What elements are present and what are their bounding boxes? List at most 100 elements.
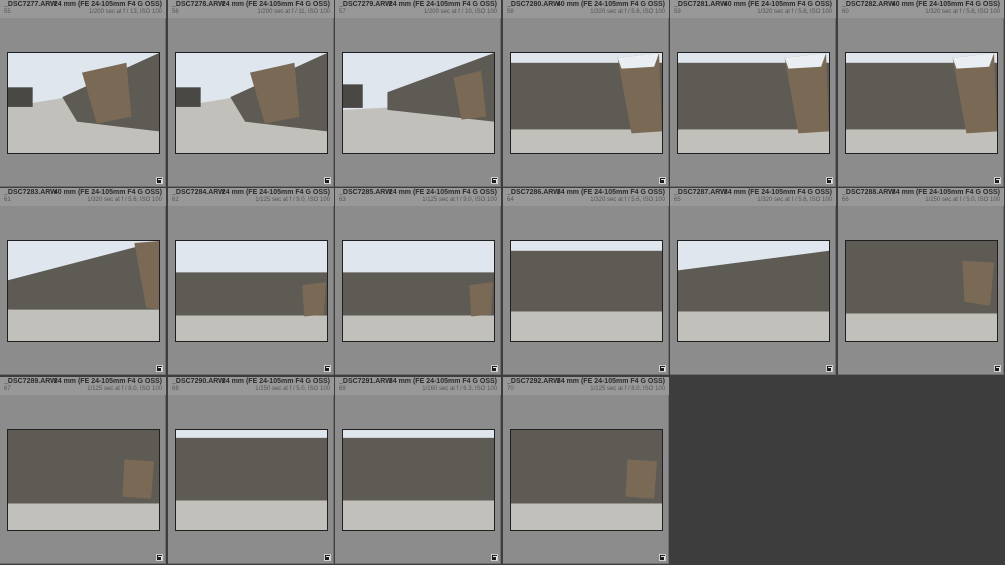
edit-badge-icon[interactable]	[826, 365, 833, 372]
photo-thumbnail[interactable]	[510, 52, 663, 154]
photo-lens: 40 mm (FE 24-105mm F4 G OSS)	[891, 1, 1000, 8]
photo-filename: _DSC7286.ARW	[507, 189, 560, 196]
photo-cell[interactable]: _DSC7287.ARW 34 mm (FE 24-105mm F4 G OSS…	[670, 188, 836, 375]
photo-cell[interactable]: _DSC7285.ARW 24 mm (FE 24-105mm F4 G OSS…	[335, 188, 501, 375]
photo-filename: _DSC7278.ARW	[172, 1, 225, 8]
edit-badge-icon[interactable]	[156, 177, 163, 184]
edit-badge-icon[interactable]	[491, 177, 498, 184]
photo-lens: 40 mm (FE 24-105mm F4 G OSS)	[53, 189, 162, 196]
photo-metadata-header: _DSC7280.ARW 40 mm (FE 24-105mm F4 G OSS…	[503, 0, 669, 18]
photo-exposure: 1/160 sec at f / 6.3, ISO 100	[422, 386, 497, 392]
photo-lens: 34 mm (FE 24-105mm F4 G OSS)	[388, 378, 497, 385]
edit-badge-icon[interactable]	[994, 177, 1001, 184]
photo-index: 62	[172, 197, 179, 203]
photo-thumbnail[interactable]	[677, 240, 830, 342]
photo-index: 63	[339, 197, 346, 203]
photo-thumbnail[interactable]	[845, 52, 998, 154]
photo-exposure: 1/200 sec at f / 11, ISO 100	[257, 9, 330, 15]
photo-thumbnail[interactable]	[845, 240, 998, 342]
photo-exposure: 1/200 sec at f / 13, ISO 100	[88, 9, 162, 15]
photo-metadata-header: _DSC7281.ARW 40 mm (FE 24-105mm F4 G OSS…	[670, 0, 836, 18]
photo-metadata-header: _DSC7292.ARW 34 mm (FE 24-105mm F4 G OSS…	[503, 377, 669, 395]
edit-badge-icon[interactable]	[156, 554, 163, 561]
photo-thumbnail[interactable]	[175, 52, 328, 154]
photo-index: 70	[507, 386, 514, 392]
photo-metadata-header: _DSC7277.ARW 24 mm (FE 24-105mm F4 G OSS…	[0, 0, 166, 18]
edit-badge-icon[interactable]	[156, 365, 163, 372]
photo-exposure: 1/250 sec at f / 5.0, ISO 100	[255, 386, 330, 392]
photo-thumbnail[interactable]	[7, 52, 160, 154]
photo-metadata-header: _DSC7282.ARW 40 mm (FE 24-105mm F4 G OSS…	[838, 0, 1004, 18]
photo-metadata-header: _DSC7291.ARW 34 mm (FE 24-105mm F4 G OSS…	[335, 377, 501, 395]
photo-exposure: 1/125 sec at f / 8.0, ISO 100	[87, 386, 162, 392]
photo-filename: _DSC7289.ARW	[4, 378, 57, 385]
photo-filename: _DSC7292.ARW	[507, 378, 560, 385]
photo-index: 56	[172, 9, 179, 15]
photo-lens: 24 mm (FE 24-105mm F4 G OSS)	[221, 189, 330, 196]
photo-metadata-header: _DSC7279.ARW 24 mm (FE 24-105mm F4 G OSS…	[335, 0, 501, 18]
photo-cell[interactable]: _DSC7288.ARW 34 mm (FE 24-105mm F4 G OSS…	[838, 188, 1004, 375]
photo-lens: 40 mm (FE 24-105mm F4 G OSS)	[556, 1, 665, 8]
photo-lens: 40 mm (FE 24-105mm F4 G OSS)	[723, 1, 832, 8]
photo-index: 66	[842, 197, 849, 203]
photo-thumbnail[interactable]	[175, 429, 328, 531]
photo-cell[interactable]: _DSC7280.ARW 40 mm (FE 24-105mm F4 G OSS…	[503, 0, 669, 187]
photo-index: 60	[842, 9, 849, 15]
edit-badge-icon[interactable]	[659, 177, 666, 184]
photo-lens: 24 mm (FE 24-105mm F4 G OSS)	[388, 189, 497, 196]
photo-lens: 24 mm (FE 24-105mm F4 G OSS)	[221, 1, 330, 8]
filmstrip-grid: _DSC7277.ARW 24 mm (FE 24-105mm F4 G OSS…	[0, 0, 1005, 565]
photo-lens: 34 mm (FE 24-105mm F4 G OSS)	[723, 189, 832, 196]
edit-badge-icon[interactable]	[324, 365, 331, 372]
edit-badge-icon[interactable]	[659, 554, 666, 561]
photo-filename: _DSC7280.ARW	[507, 1, 560, 8]
photo-thumbnail[interactable]	[7, 240, 160, 342]
photo-cell[interactable]: _DSC7291.ARW 34 mm (FE 24-105mm F4 G OSS…	[335, 377, 501, 564]
photo-index: 59	[674, 9, 681, 15]
photo-cell[interactable]: _DSC7282.ARW 40 mm (FE 24-105mm F4 G OSS…	[838, 0, 1004, 187]
edit-badge-icon[interactable]	[826, 177, 833, 184]
photo-thumbnail[interactable]	[342, 52, 495, 154]
photo-cell[interactable]: _DSC7284.ARW 24 mm (FE 24-105mm F4 G OSS…	[168, 188, 334, 375]
photo-cell[interactable]: _DSC7277.ARW 24 mm (FE 24-105mm F4 G OSS…	[0, 0, 166, 187]
photo-cell[interactable]: _DSC7283.ARW 40 mm (FE 24-105mm F4 G OSS…	[0, 188, 166, 375]
photo-cell[interactable]: _DSC7286.ARW 34 mm (FE 24-105mm F4 G OSS…	[503, 188, 669, 375]
photo-lens: 34 mm (FE 24-105mm F4 G OSS)	[891, 189, 1000, 196]
photo-metadata-header: _DSC7289.ARW 34 mm (FE 24-105mm F4 G OSS…	[0, 377, 166, 395]
photo-exposure: 1/125 sec at f / 8.0, ISO 100	[590, 386, 665, 392]
photo-metadata-header: _DSC7284.ARW 24 mm (FE 24-105mm F4 G OSS…	[168, 188, 334, 206]
photo-index: 68	[172, 386, 179, 392]
photo-cell[interactable]: _DSC7289.ARW 34 mm (FE 24-105mm F4 G OSS…	[0, 377, 166, 564]
photo-cell[interactable]: _DSC7292.ARW 34 mm (FE 24-105mm F4 G OSS…	[503, 377, 669, 564]
edit-badge-icon[interactable]	[659, 365, 666, 372]
photo-lens: 34 mm (FE 24-105mm F4 G OSS)	[556, 378, 665, 385]
photo-thumbnail[interactable]	[342, 429, 495, 531]
photo-cell[interactable]: _DSC7278.ARW 24 mm (FE 24-105mm F4 G OSS…	[168, 0, 334, 187]
photo-filename: _DSC7290.ARW	[172, 378, 225, 385]
edit-badge-icon[interactable]	[491, 365, 498, 372]
photo-cell[interactable]: _DSC7279.ARW 24 mm (FE 24-105mm F4 G OSS…	[335, 0, 501, 187]
photo-filename: _DSC7288.ARW	[842, 189, 895, 196]
photo-cell[interactable]: _DSC7281.ARW 40 mm (FE 24-105mm F4 G OSS…	[670, 0, 836, 187]
photo-cell[interactable]: _DSC7290.ARW 34 mm (FE 24-105mm F4 G OSS…	[168, 377, 334, 564]
photo-metadata-header: _DSC7290.ARW 34 mm (FE 24-105mm F4 G OSS…	[168, 377, 334, 395]
photo-exposure: 1/200 sec at f / 10, ISO 100	[423, 9, 497, 15]
edit-badge-icon[interactable]	[491, 554, 498, 561]
photo-exposure: 1/320 sec at f / 5.6, ISO 100	[590, 197, 665, 203]
photo-lens: 34 mm (FE 24-105mm F4 G OSS)	[53, 378, 162, 385]
photo-metadata-header: _DSC7287.ARW 34 mm (FE 24-105mm F4 G OSS…	[670, 188, 836, 206]
photo-lens: 34 mm (FE 24-105mm F4 G OSS)	[221, 378, 330, 385]
photo-filename: _DSC7284.ARW	[172, 189, 225, 196]
edit-badge-icon[interactable]	[324, 554, 331, 561]
photo-thumbnail[interactable]	[7, 429, 160, 531]
photo-thumbnail[interactable]	[677, 52, 830, 154]
edit-badge-icon[interactable]	[994, 365, 1001, 372]
photo-exposure: 1/125 sec at f / 9.0, ISO 100	[255, 197, 330, 203]
photo-thumbnail[interactable]	[510, 429, 663, 531]
photo-thumbnail[interactable]	[342, 240, 495, 342]
edit-badge-icon[interactable]	[324, 177, 331, 184]
photo-thumbnail[interactable]	[510, 240, 663, 342]
photo-lens: 24 mm (FE 24-105mm F4 G OSS)	[53, 1, 162, 8]
photo-lens: 24 mm (FE 24-105mm F4 G OSS)	[388, 1, 497, 8]
photo-thumbnail[interactable]	[175, 240, 328, 342]
